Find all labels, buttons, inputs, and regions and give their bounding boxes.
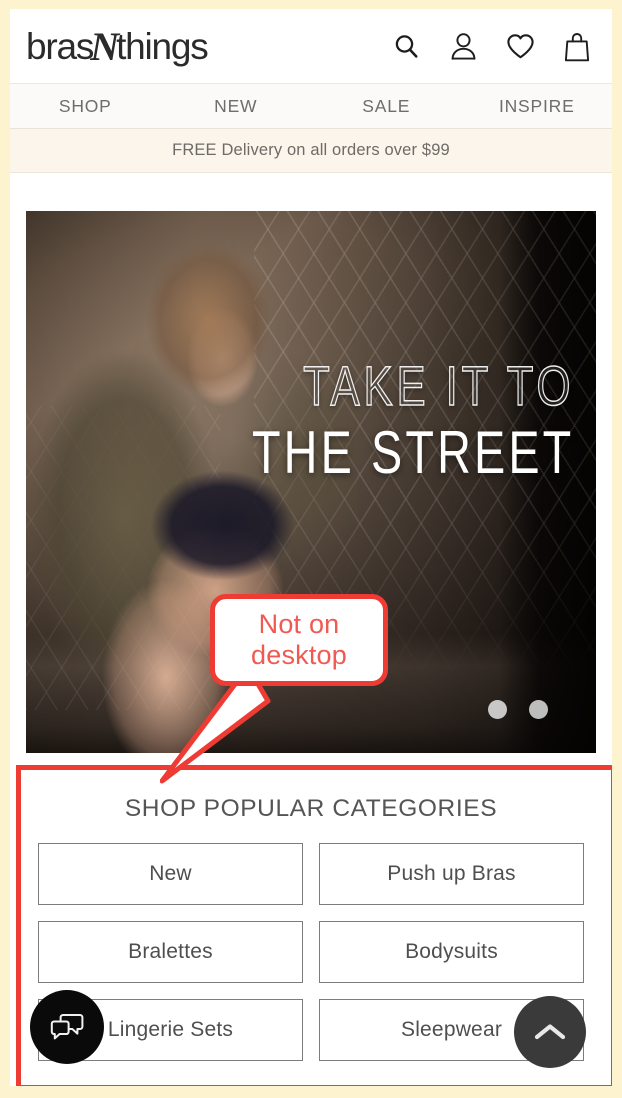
- free-delivery-text: FREE Delivery on all orders over $99: [172, 141, 450, 159]
- chevron-up-icon: [534, 1024, 566, 1040]
- category-button-bodysuits[interactable]: Bodysuits: [319, 921, 584, 983]
- callout-line-2: desktop: [251, 640, 347, 670]
- category-button-grid: New Push up Bras Bralettes Bodysuits Lin…: [38, 843, 584, 1061]
- callout-line-1: Not on: [258, 608, 340, 639]
- wishlist-heart-icon[interactable]: [505, 30, 535, 62]
- nav-item-new[interactable]: NEW: [161, 96, 312, 117]
- carousel-dot-2[interactable]: [529, 700, 548, 719]
- search-icon[interactable]: [391, 30, 421, 62]
- categories-heading: SHOP POPULAR CATEGORIES: [124, 795, 498, 822]
- carousel-dot-1[interactable]: [488, 700, 507, 719]
- nav-item-shop[interactable]: SHOP: [10, 96, 161, 117]
- free-delivery-banner: FREE Delivery on all orders over $99: [10, 129, 612, 173]
- main-navigation: SHOP NEW SALE INSPIRE: [10, 83, 612, 129]
- scroll-to-top-button[interactable]: [514, 996, 586, 1068]
- logo-script-n: N: [90, 24, 119, 69]
- category-button-new[interactable]: New: [38, 843, 303, 905]
- nav-item-sale[interactable]: SALE: [311, 96, 462, 117]
- category-button-bralettes[interactable]: Bralettes: [38, 921, 303, 983]
- shopping-bag-icon[interactable]: [562, 30, 592, 62]
- header-icon-group: [391, 30, 598, 62]
- chat-widget-button[interactable]: [30, 990, 104, 1064]
- site-logo[interactable]: bras Nthings: [26, 24, 209, 69]
- category-button-push-up-bras[interactable]: Push up Bras: [319, 843, 584, 905]
- mobile-page: bras Nthings SHOP NEW SALE INSPIRE FREE …: [10, 9, 612, 1086]
- hero-headline: TAKE IT TO THE STREET: [161, 354, 574, 487]
- hero-headline-line-1: TAKE IT TO: [302, 354, 574, 417]
- screenshot-frame: bras Nthings SHOP NEW SALE INSPIRE FREE …: [0, 0, 622, 1098]
- hero-headline-line-2: THE STREET: [251, 419, 574, 487]
- logo-text-suffix: things: [116, 26, 209, 67]
- account-icon[interactable]: [448, 30, 478, 62]
- logo-text-prefix: bras: [26, 26, 94, 67]
- chat-bubbles-icon: [50, 1014, 84, 1040]
- site-header: bras Nthings: [10, 9, 612, 83]
- annotation-callout-bubble: Not on desktop: [210, 594, 388, 686]
- carousel-dots: [488, 700, 548, 719]
- nav-item-inspire[interactable]: INSPIRE: [462, 96, 613, 117]
